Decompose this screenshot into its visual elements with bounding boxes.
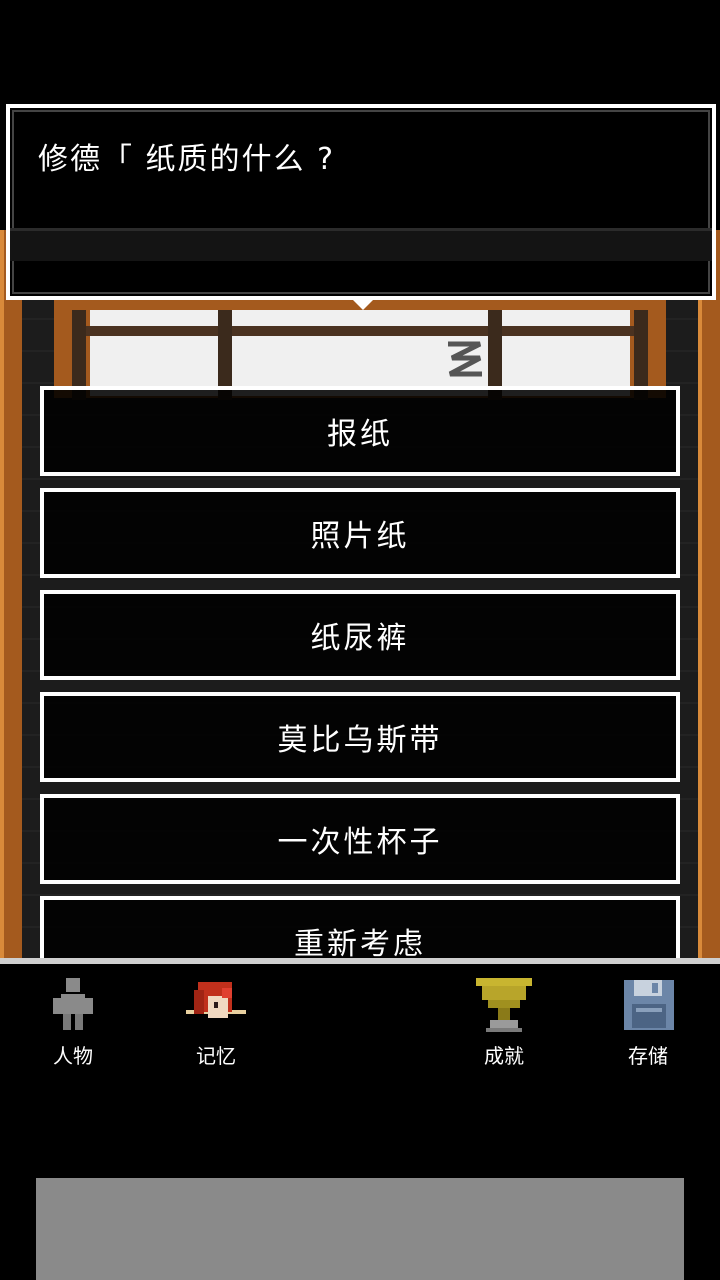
menu-label: 记忆 bbox=[196, 1044, 236, 1068]
wall-graffiti bbox=[448, 341, 482, 377]
dialog-continue-arrow-icon bbox=[349, 296, 377, 310]
choice-label: 照片纸 bbox=[310, 519, 410, 554]
menu-achievements-button[interactable]: 成就 bbox=[449, 976, 559, 1068]
choice-disposable-cup[interactable]: 一次性杯子 bbox=[40, 794, 680, 884]
choice-mobius-strip[interactable]: 莫比乌斯带 bbox=[40, 692, 680, 782]
window-rail bbox=[72, 326, 648, 336]
menu-label: 成就 bbox=[484, 1044, 524, 1068]
person-icon bbox=[53, 978, 93, 1030]
dialog-backdrop-strip bbox=[10, 228, 712, 261]
menu-label: 存储 bbox=[628, 1044, 668, 1068]
dialog-text: 修德「 纸质的什么 ? bbox=[38, 142, 335, 177]
choice-photo-paper[interactable]: 照片纸 bbox=[40, 488, 680, 578]
menu-label: 人物 bbox=[53, 1044, 93, 1068]
ad-banner[interactable] bbox=[36, 1178, 684, 1280]
left-door-frame bbox=[0, 230, 22, 958]
floppy-disk-icon bbox=[624, 980, 674, 1030]
memory-portrait-icon bbox=[186, 982, 246, 1018]
menu-memory-button[interactable]: 记忆 bbox=[161, 976, 271, 1068]
right-door-frame bbox=[698, 230, 720, 958]
bottom-menu: 人物 记忆 成就 存储 bbox=[0, 964, 720, 1074]
window-glass bbox=[90, 310, 630, 396]
choice-list: 报纸 照片纸 纸尿裤 莫比乌斯带 一次性杯子 重新考虑 bbox=[40, 386, 680, 998]
choice-diaper[interactable]: 纸尿裤 bbox=[40, 590, 680, 680]
choice-newspaper[interactable]: 报纸 bbox=[40, 386, 680, 476]
menu-characters-button[interactable]: 人物 bbox=[18, 976, 128, 1068]
choice-label: 一次性杯子 bbox=[277, 825, 443, 860]
trophy-icon bbox=[476, 978, 532, 1032]
choice-label: 报纸 bbox=[327, 417, 393, 452]
choice-label: 重新考虑 bbox=[294, 927, 426, 962]
choice-label: 莫比乌斯带 bbox=[277, 723, 443, 758]
game-screen: 修德「 纸质的什么 ? 报纸 照片纸 纸尿裤 莫比乌斯带 一次性杯子 重新考虑 bbox=[0, 0, 720, 1280]
choice-label: 纸尿裤 bbox=[310, 621, 410, 656]
dialog-box[interactable]: 修德「 纸质的什么 ? bbox=[6, 104, 716, 310]
menu-save-button[interactable]: 存储 bbox=[593, 976, 703, 1068]
